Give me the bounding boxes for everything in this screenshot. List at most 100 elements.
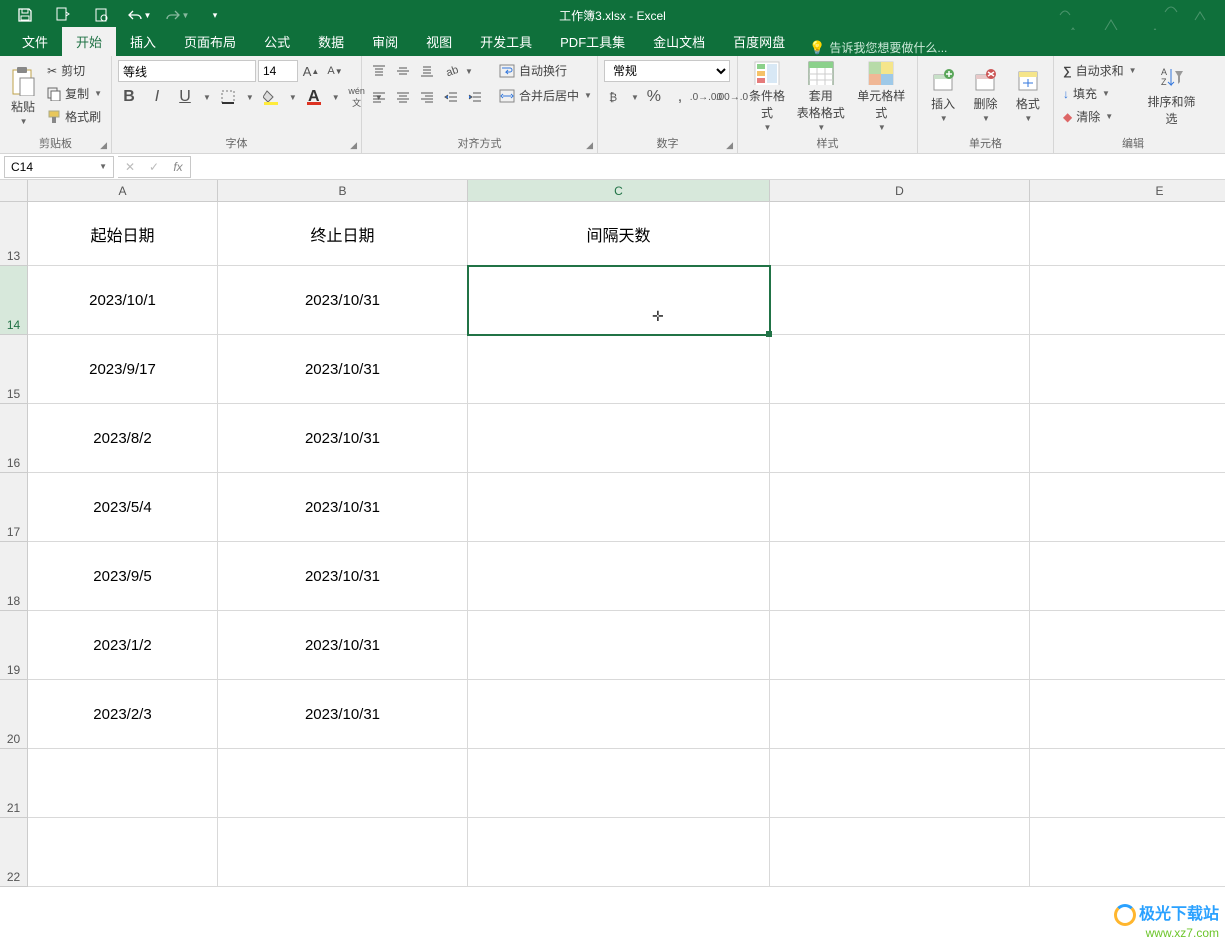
align-middle-button[interactable] — [392, 60, 414, 82]
bold-button[interactable]: B — [118, 86, 140, 108]
cell-D20[interactable] — [770, 680, 1030, 749]
cell-C14[interactable] — [468, 266, 770, 335]
cell-C13[interactable]: 间隔天数 — [468, 202, 770, 266]
wrap-text-button[interactable]: 自动换行 — [496, 60, 595, 81]
tab-insert[interactable]: 插入 — [116, 27, 170, 56]
cell-A16[interactable]: 2023/8/2 — [28, 404, 218, 473]
enter-formula-button[interactable]: ✓ — [142, 160, 166, 174]
cell-D22[interactable] — [770, 818, 1030, 887]
tab-file[interactable]: 文件 — [8, 27, 62, 56]
decrease-font-button[interactable]: A▼ — [324, 60, 346, 82]
insert-function-button[interactable]: fx — [166, 160, 190, 174]
autosum-button[interactable]: ∑自动求和▼ — [1060, 60, 1140, 81]
col-head-C[interactable]: C — [468, 180, 770, 202]
cell-D18[interactable] — [770, 542, 1030, 611]
redo-button[interactable]: ▼ — [160, 2, 194, 28]
row-head-19[interactable]: 19 — [0, 611, 28, 680]
cell-B19[interactable]: 2023/10/31 — [218, 611, 468, 680]
paste-button[interactable]: 粘贴▼ — [6, 60, 40, 132]
col-head-B[interactable]: B — [218, 180, 468, 202]
align-right-button[interactable] — [416, 86, 438, 108]
cell-C21[interactable] — [468, 749, 770, 818]
align-top-button[interactable] — [368, 60, 390, 82]
increase-indent-button[interactable] — [464, 86, 486, 108]
row-head-17[interactable]: 17 — [0, 473, 28, 542]
tab-page-layout[interactable]: 页面布局 — [170, 27, 250, 56]
row-head-21[interactable]: 21 — [0, 749, 28, 818]
cell-D13[interactable] — [770, 202, 1030, 266]
cell-C16[interactable] — [468, 404, 770, 473]
delete-cells-button[interactable]: 删除▼ — [966, 60, 1004, 132]
formula-input[interactable] — [191, 156, 1225, 178]
print-preview-button[interactable] — [84, 2, 118, 28]
font-size-select[interactable] — [258, 60, 298, 82]
cell-A22[interactable] — [28, 818, 218, 887]
cell-C15[interactable] — [468, 335, 770, 404]
cell-C20[interactable] — [468, 680, 770, 749]
spreadsheet-grid[interactable]: ABCDE 13141516171819202122 起始日期终止日期间隔天数2… — [0, 180, 1225, 946]
cell-A15[interactable]: 2023/9/17 — [28, 335, 218, 404]
customize-qat-button[interactable]: ▾ — [198, 2, 232, 28]
align-left-button[interactable] — [368, 86, 390, 108]
decrease-indent-button[interactable] — [440, 86, 462, 108]
merge-center-button[interactable]: 合并后居中▼ — [496, 85, 595, 106]
sort-filter-button[interactable]: AZ 排序和筛选 — [1144, 60, 1200, 132]
cell-E22[interactable] — [1030, 818, 1225, 887]
cell-B17[interactable]: 2023/10/31 — [218, 473, 468, 542]
touch-mode-button[interactable] — [46, 2, 80, 28]
cell-D15[interactable] — [770, 335, 1030, 404]
select-all-corner[interactable] — [0, 180, 28, 202]
cell-B16[interactable]: 2023/10/31 — [218, 404, 468, 473]
tab-developer[interactable]: 开发工具 — [466, 27, 546, 56]
clipboard-dialog-launcher[interactable]: ◢ — [100, 140, 107, 151]
row-head-15[interactable]: 15 — [0, 335, 28, 404]
cell-B22[interactable] — [218, 818, 468, 887]
col-head-D[interactable]: D — [770, 180, 1030, 202]
cell-C18[interactable] — [468, 542, 770, 611]
underline-button[interactable]: U — [174, 86, 196, 108]
tell-me-search[interactable]: 💡 告诉我您想要做什么... — [809, 39, 947, 56]
clear-button[interactable]: ◆清除▼ — [1060, 106, 1140, 127]
cell-A20[interactable]: 2023/2/3 — [28, 680, 218, 749]
tab-formula[interactable]: 公式 — [250, 27, 304, 56]
fill-color-button[interactable] — [260, 86, 282, 108]
tab-home[interactable]: 开始 — [62, 27, 116, 56]
row-head-16[interactable]: 16 — [0, 404, 28, 473]
cell-E18[interactable] — [1030, 542, 1225, 611]
cell-E15[interactable] — [1030, 335, 1225, 404]
copy-button[interactable]: 复制▼ — [44, 83, 105, 104]
cell-A18[interactable]: 2023/9/5 — [28, 542, 218, 611]
cell-D17[interactable] — [770, 473, 1030, 542]
increase-decimal-button[interactable]: .0→.00 — [695, 86, 717, 108]
cell-A13[interactable]: 起始日期 — [28, 202, 218, 266]
tab-review[interactable]: 审阅 — [358, 27, 412, 56]
percent-button[interactable]: % — [643, 86, 665, 108]
number-format-select[interactable]: 常规 — [604, 60, 730, 82]
align-center-button[interactable] — [392, 86, 414, 108]
orientation-button[interactable]: ab — [440, 60, 462, 82]
border-button[interactable] — [217, 86, 239, 108]
cell-A19[interactable]: 2023/1/2 — [28, 611, 218, 680]
accounting-format-button[interactable]: ₿ — [604, 86, 626, 108]
font-dialog-launcher[interactable]: ◢ — [350, 140, 357, 151]
conditional-format-button[interactable]: 条件格式▼ — [744, 60, 790, 132]
increase-font-button[interactable]: A▲ — [300, 60, 322, 82]
cell-C17[interactable] — [468, 473, 770, 542]
col-head-A[interactable]: A — [28, 180, 218, 202]
cell-C22[interactable] — [468, 818, 770, 887]
cell-B18[interactable]: 2023/10/31 — [218, 542, 468, 611]
row-head-20[interactable]: 20 — [0, 680, 28, 749]
format-cells-button[interactable]: 格式▼ — [1009, 60, 1047, 132]
cell-D21[interactable] — [770, 749, 1030, 818]
font-color-button[interactable]: A — [303, 86, 325, 108]
cell-B15[interactable]: 2023/10/31 — [218, 335, 468, 404]
align-bottom-button[interactable] — [416, 60, 438, 82]
alignment-dialog-launcher[interactable]: ◢ — [586, 140, 593, 151]
row-head-13[interactable]: 13 — [0, 202, 28, 266]
name-box[interactable]: C14▼ — [4, 156, 114, 178]
tab-baidu[interactable]: 百度网盘 — [719, 27, 799, 56]
number-dialog-launcher[interactable]: ◢ — [726, 140, 733, 151]
cell-B20[interactable]: 2023/10/31 — [218, 680, 468, 749]
cell-A21[interactable] — [28, 749, 218, 818]
cell-D19[interactable] — [770, 611, 1030, 680]
